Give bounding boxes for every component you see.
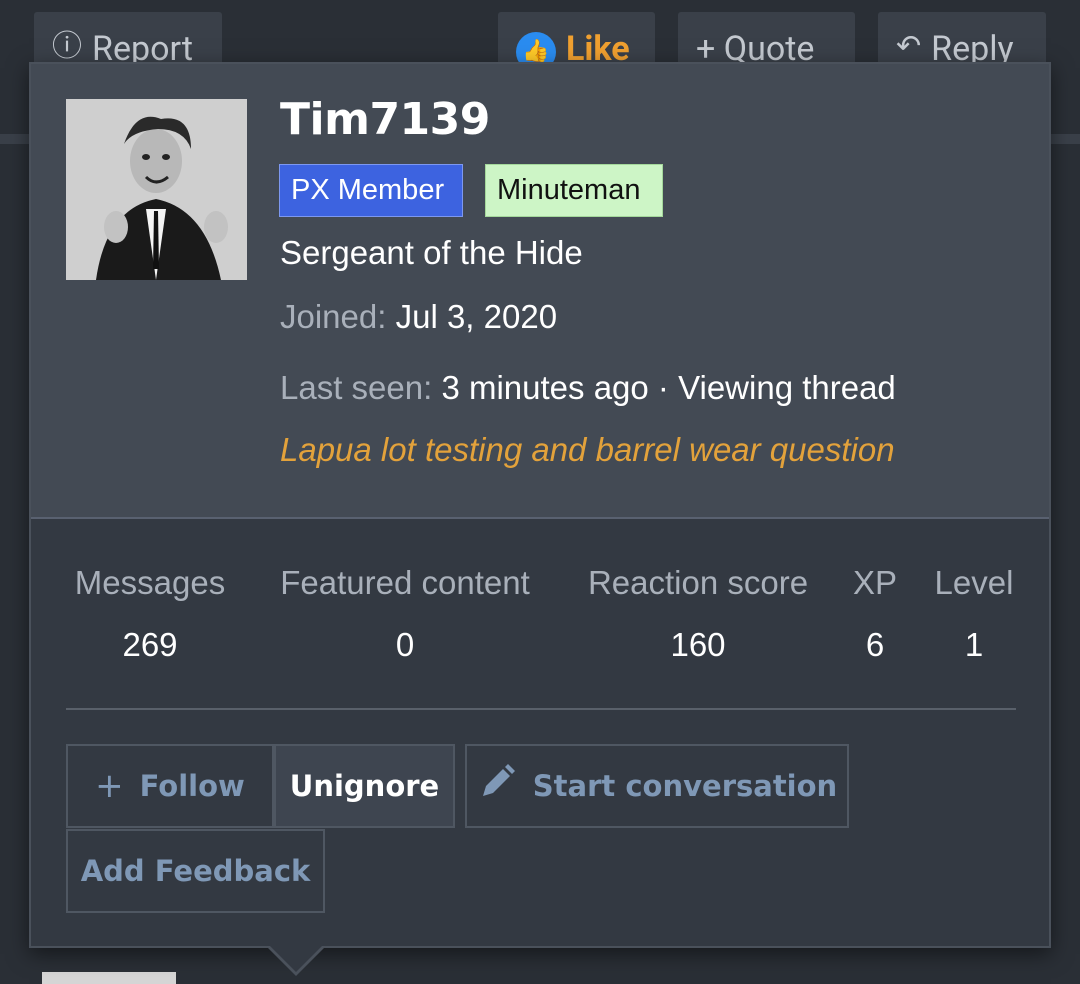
reply-arrow-icon: ↶ bbox=[896, 29, 922, 64]
add-feedback-button[interactable]: Add Feedback bbox=[66, 829, 325, 913]
last-seen-label: Last seen: bbox=[280, 369, 433, 406]
joined-value: Jul 3, 2020 bbox=[395, 298, 558, 335]
stat-level: Level 1 bbox=[931, 564, 1017, 664]
last-seen-value: 3 minutes ago · Viewing thread bbox=[441, 369, 896, 406]
stat-reaction-score: Reaction score 160 bbox=[576, 564, 820, 664]
stat-messages: Messages 269 bbox=[66, 564, 234, 664]
report-label: Report bbox=[92, 29, 193, 69]
avatar-image bbox=[66, 99, 247, 280]
member-tooltip: Tim7139 PX Member Minuteman Sergeant of … bbox=[29, 62, 1051, 948]
pencil-icon bbox=[477, 762, 517, 811]
avatar[interactable] bbox=[66, 99, 247, 280]
stat-value[interactable]: 0 bbox=[267, 626, 543, 664]
minuteman-badge: Minuteman bbox=[485, 164, 663, 217]
start-conversation-label: Start conversation bbox=[532, 769, 838, 803]
stat-label: Messages bbox=[74, 564, 226, 601]
unignore-label: Unignore bbox=[289, 769, 440, 803]
px-member-badge: PX Member bbox=[279, 164, 463, 217]
stat-label: XP bbox=[852, 564, 898, 601]
follow-button[interactable]: + Follow bbox=[66, 744, 274, 828]
stat-value: 160 bbox=[670, 626, 726, 663]
next-post-avatar bbox=[42, 972, 176, 984]
joined-label: Joined: bbox=[280, 298, 387, 335]
follow-label: Follow bbox=[139, 769, 245, 803]
stat-xp: XP 6 bbox=[849, 564, 901, 664]
tooltip-caret-fill bbox=[268, 944, 324, 972]
quote-label: + Quote bbox=[696, 29, 815, 69]
unignore-button[interactable]: Unignore bbox=[274, 744, 455, 828]
stat-label: Featured content bbox=[280, 564, 530, 601]
reply-label: Reply bbox=[931, 29, 1014, 69]
stat-value: 1 bbox=[964, 626, 984, 663]
stat-label: Reaction score bbox=[587, 564, 809, 601]
plus-icon: + bbox=[95, 766, 124, 806]
viewing-thread-link[interactable]: Lapua lot testing and barrel wear questi… bbox=[280, 431, 895, 469]
joined-info: Joined: Jul 3, 2020 bbox=[280, 298, 557, 336]
start-conversation-button[interactable]: Start conversation bbox=[465, 744, 849, 828]
member-header: Tim7139 PX Member Minuteman Sergeant of … bbox=[31, 64, 1049, 519]
stats-divider bbox=[66, 708, 1016, 710]
stat-featured-content: Featured content 0 bbox=[267, 564, 543, 664]
last-seen-info: Last seen: 3 minutes ago · Viewing threa… bbox=[280, 369, 896, 407]
user-title: Sergeant of the Hide bbox=[280, 234, 583, 271]
stat-value[interactable]: 269 bbox=[66, 626, 234, 664]
alert-circle-icon: ⓘ bbox=[52, 29, 82, 64]
stat-label: Level bbox=[934, 564, 1014, 601]
stat-value: 6 bbox=[865, 626, 885, 663]
add-feedback-label: Add Feedback bbox=[80, 854, 311, 888]
like-label: Like bbox=[566, 29, 630, 69]
username[interactable]: Tim7139 bbox=[280, 94, 490, 145]
